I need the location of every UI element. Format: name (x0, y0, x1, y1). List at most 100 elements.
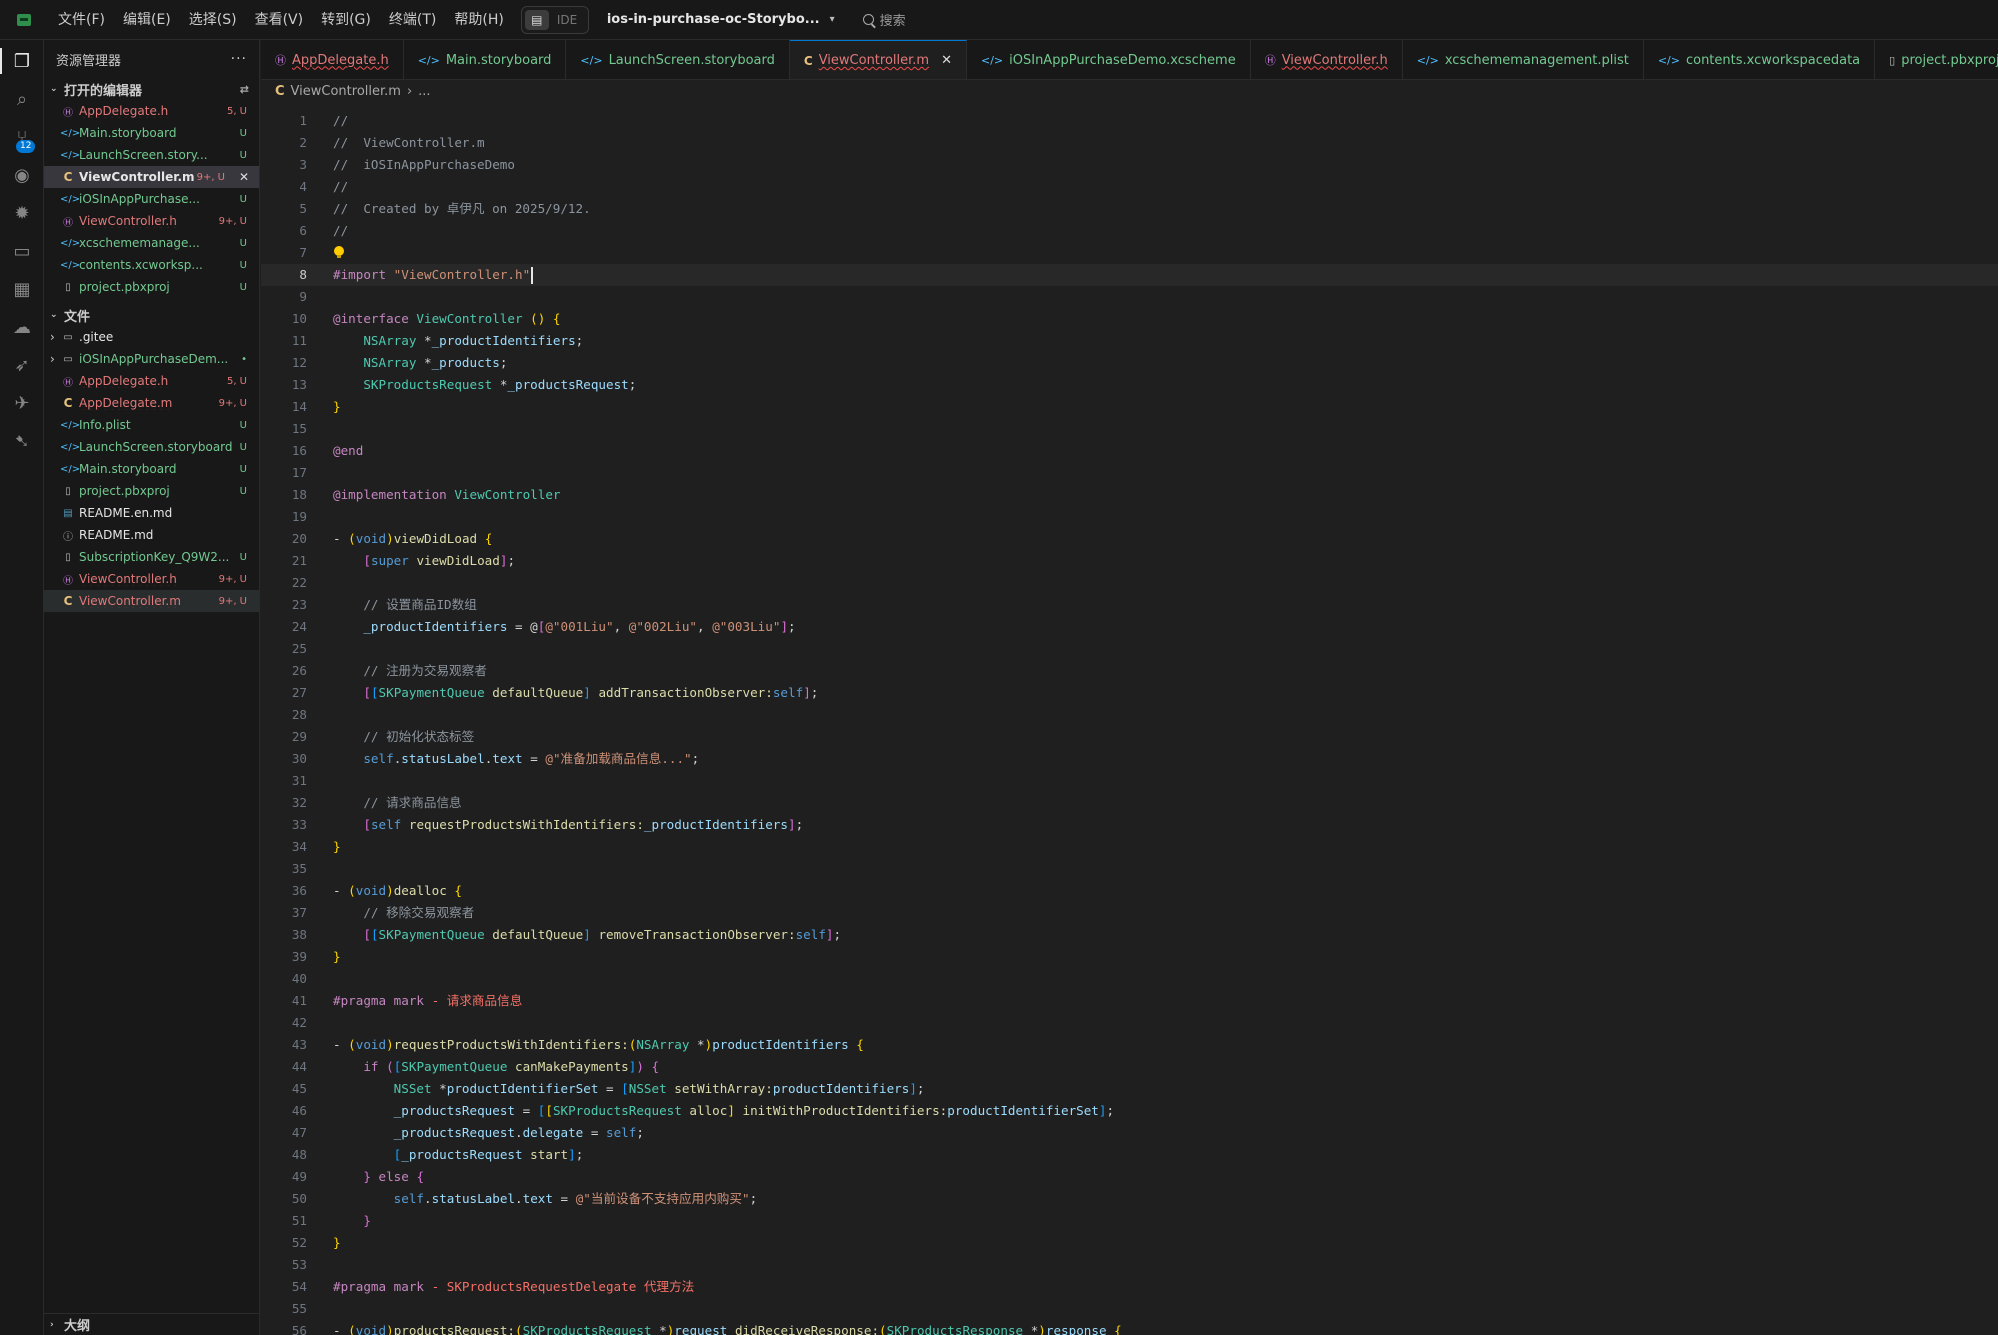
code-line[interactable]: 1 // (261, 110, 1998, 132)
code-line[interactable]: 26 // 注册为交易观察者 (261, 660, 1998, 682)
code-line[interactable]: 50 self.statusLabel.text = @"当前设备不支持应用内购… (261, 1188, 1998, 1210)
code-line[interactable]: 7 (261, 242, 1998, 264)
code-line[interactable]: 24 _productIdentifiers = @[@"001Liu", @"… (261, 616, 1998, 638)
open-editor-item[interactable]: Ⓗ ViewController.h 9+, U (44, 210, 259, 232)
code-line[interactable]: 56- (void)productsRequest:(SKProductsReq… (261, 1320, 1998, 1335)
code-line[interactable]: 54 #pragma mark - SKProductsRequestDelega… (261, 1276, 1998, 1298)
code-line[interactable]: 53 (261, 1254, 1998, 1276)
extensions-icon[interactable]: ▦ (0, 270, 44, 308)
code-line[interactable]: 51 } (261, 1210, 1998, 1232)
toggle-settings-icon[interactable]: ⇄ (240, 83, 249, 96)
code-line[interactable]: 22 (261, 572, 1998, 594)
debug-bug-icon[interactable]: ✹ (0, 194, 44, 232)
lightbulb-icon[interactable] (334, 246, 344, 259)
search-view-icon[interactable]: ⌕ (0, 80, 44, 118)
code-line[interactable]: 43 - (void)requestProductsWithIdentifiers… (261, 1034, 1998, 1056)
editor-tab[interactable]: Ⓗ ViewController.h (1251, 40, 1403, 79)
code-line[interactable]: 47 _productsRequest.delegate = self; (261, 1122, 1998, 1144)
code-line[interactable]: 2 // ViewController.m (261, 132, 1998, 154)
code-line[interactable]: 32 // 请求商品信息 (261, 792, 1998, 814)
file-item[interactable]: C AppDelegate.m 9+, U (44, 392, 259, 414)
open-editor-item[interactable]: Ⓗ AppDelegate.h 5, U (44, 100, 259, 122)
code-line[interactable]: 34} (261, 836, 1998, 858)
open-editor-item[interactable]: </> LaunchScreen.story... U (44, 144, 259, 166)
code-line[interactable]: 35 (261, 858, 1998, 880)
code-line[interactable]: 33 [self requestProductsWithIdentifiers:… (261, 814, 1998, 836)
code-line[interactable]: 37 // 移除交易观察者 (261, 902, 1998, 924)
file-item[interactable]: ⓘ README.md (44, 524, 259, 546)
menu-item[interactable]: 查看(V) (246, 0, 313, 40)
menu-item[interactable]: 编辑(E) (114, 0, 180, 40)
open-editor-item[interactable]: </> xcschememanage... U (44, 232, 259, 254)
code-line[interactable]: 13 SKProductsRequest *_productsRequest; (261, 374, 1998, 396)
code-line[interactable]: 23 // 设置商品ID数组 (261, 594, 1998, 616)
file-item[interactable]: </> Info.plist U (44, 414, 259, 436)
editor-tab[interactable]: </> iOSInAppPurchaseDemo.xcscheme (967, 40, 1251, 79)
ai-assistant-icon[interactable]: ☁ (0, 308, 44, 346)
plugin-bird-icon[interactable]: ➷ (0, 422, 44, 460)
close-icon[interactable]: ✕ (941, 53, 952, 68)
menu-item[interactable]: 终端(T) (380, 0, 445, 40)
folder-item[interactable]: › ▭ iOSInAppPurchaseDem... • (44, 348, 259, 370)
code-line[interactable]: 48 [_productsRequest start]; (261, 1144, 1998, 1166)
files-section-header[interactable]: ⌄ 文件 (44, 304, 259, 326)
code-line[interactable]: 40 (261, 968, 1998, 990)
file-item[interactable]: C ViewController.m 9+, U (44, 590, 259, 612)
remote-explorer-icon[interactable]: ▭ (0, 232, 44, 270)
code-line[interactable]: 19 (261, 506, 1998, 528)
code-line[interactable]: 12 NSArray *_products; (261, 352, 1998, 374)
editor-tab[interactable]: </> LaunchScreen.storyboard (566, 40, 790, 79)
code-line[interactable]: 39} (261, 946, 1998, 968)
code-line[interactable]: 27 [[SKPaymentQueue defaultQueue] addTra… (261, 682, 1998, 704)
outline-header[interactable]: › 大纲 (44, 1313, 259, 1335)
editor-tab[interactable]: C ViewController.m ✕ (789, 40, 967, 79)
editor-tab[interactable]: </> Main.storyboard (404, 40, 567, 79)
file-item[interactable]: ▯ SubscriptionKey_Q9W2... U (44, 546, 259, 568)
code-line[interactable]: 44 if ([SKPaymentQueue canMakePayments])… (261, 1056, 1998, 1078)
code-line[interactable]: 41 #pragma mark - 请求商品信息 (261, 990, 1998, 1012)
code-line[interactable]: 25 (261, 638, 1998, 660)
close-icon[interactable]: ✕ (239, 170, 249, 184)
code-line[interactable]: 29 // 初始化状态标签 (261, 726, 1998, 748)
code-line[interactable]: 3 // iOSInAppPurchaseDemo (261, 154, 1998, 176)
search-input[interactable]: 搜索 (862, 10, 906, 29)
code-line[interactable]: 31 (261, 770, 1998, 792)
code-line[interactable]: 46 _productsRequest = [[SKProductsReques… (261, 1100, 1998, 1122)
file-item[interactable]: Ⓗ ViewController.h 9+, U (44, 568, 259, 590)
file-item[interactable]: ▯ project.pbxproj U (44, 480, 259, 502)
code-line[interactable]: 28 (261, 704, 1998, 726)
code-line[interactable]: 20 - (void)viewDidLoad { (261, 528, 1998, 550)
open-editors-header[interactable]: ⌄ 打开的编辑器 ⇄ (44, 78, 259, 100)
editor-tab[interactable]: Ⓗ AppDelegate.h (261, 40, 404, 79)
bird-icon[interactable]: ➶ (0, 346, 44, 384)
menu-item[interactable]: 帮助(H) (445, 0, 512, 40)
open-editor-item[interactable]: </> iOSInAppPurchase... U (44, 188, 259, 210)
open-editor-item[interactable]: </> Main.storyboard U (44, 122, 259, 144)
code-line[interactable]: 45 NSSet *productIdentifierSet = [NSSet … (261, 1078, 1998, 1100)
editor-tab[interactable]: </> xcschememanagement.plist (1403, 40, 1644, 79)
open-editor-item[interactable]: C ViewController.m 9+, U ✕ (44, 166, 259, 188)
open-editor-item[interactable]: ▯ project.pbxproj U (44, 276, 259, 298)
explorer-icon[interactable]: ❐ (0, 42, 44, 80)
file-item[interactable]: </> LaunchScreen.storyboard U (44, 436, 259, 458)
breadcrumb-symbol[interactable]: ... (418, 84, 430, 99)
menu-item[interactable]: 选择(S) (180, 0, 246, 40)
file-item[interactable]: Ⓗ AppDelegate.h 5, U (44, 370, 259, 392)
breadcrumb-file[interactable]: ViewController.m (291, 84, 401, 99)
code-line[interactable]: 38 [[SKPaymentQueue defaultQueue] remove… (261, 924, 1998, 946)
code-line[interactable]: 14} (261, 396, 1998, 418)
code-line[interactable]: 6 // (261, 220, 1998, 242)
source-control-icon[interactable]: ⑂ 12 (0, 118, 44, 156)
menu-item[interactable]: 文件(F) (49, 0, 114, 40)
code-line[interactable]: 21 [super viewDidLoad]; (261, 550, 1998, 572)
project-selector[interactable]: ios-in-purchase-oc-Storybo... ▾ (607, 12, 835, 27)
menu-item[interactable]: 转到(G) (312, 0, 380, 40)
code-line[interactable]: 5 // Created by 卓伊凡 on 2025/9/12. (261, 198, 1998, 220)
code-line[interactable]: 9 (261, 286, 1998, 308)
code-line[interactable]: 10 @interface ViewController () { (261, 308, 1998, 330)
more-actions-icon[interactable]: ··· (231, 51, 247, 67)
code-line[interactable]: 52} (261, 1232, 1998, 1254)
code-line[interactable]: 55 (261, 1298, 1998, 1320)
code-line[interactable]: 49 } else { (261, 1166, 1998, 1188)
open-editor-item[interactable]: </> contents.xcworksp... U (44, 254, 259, 276)
